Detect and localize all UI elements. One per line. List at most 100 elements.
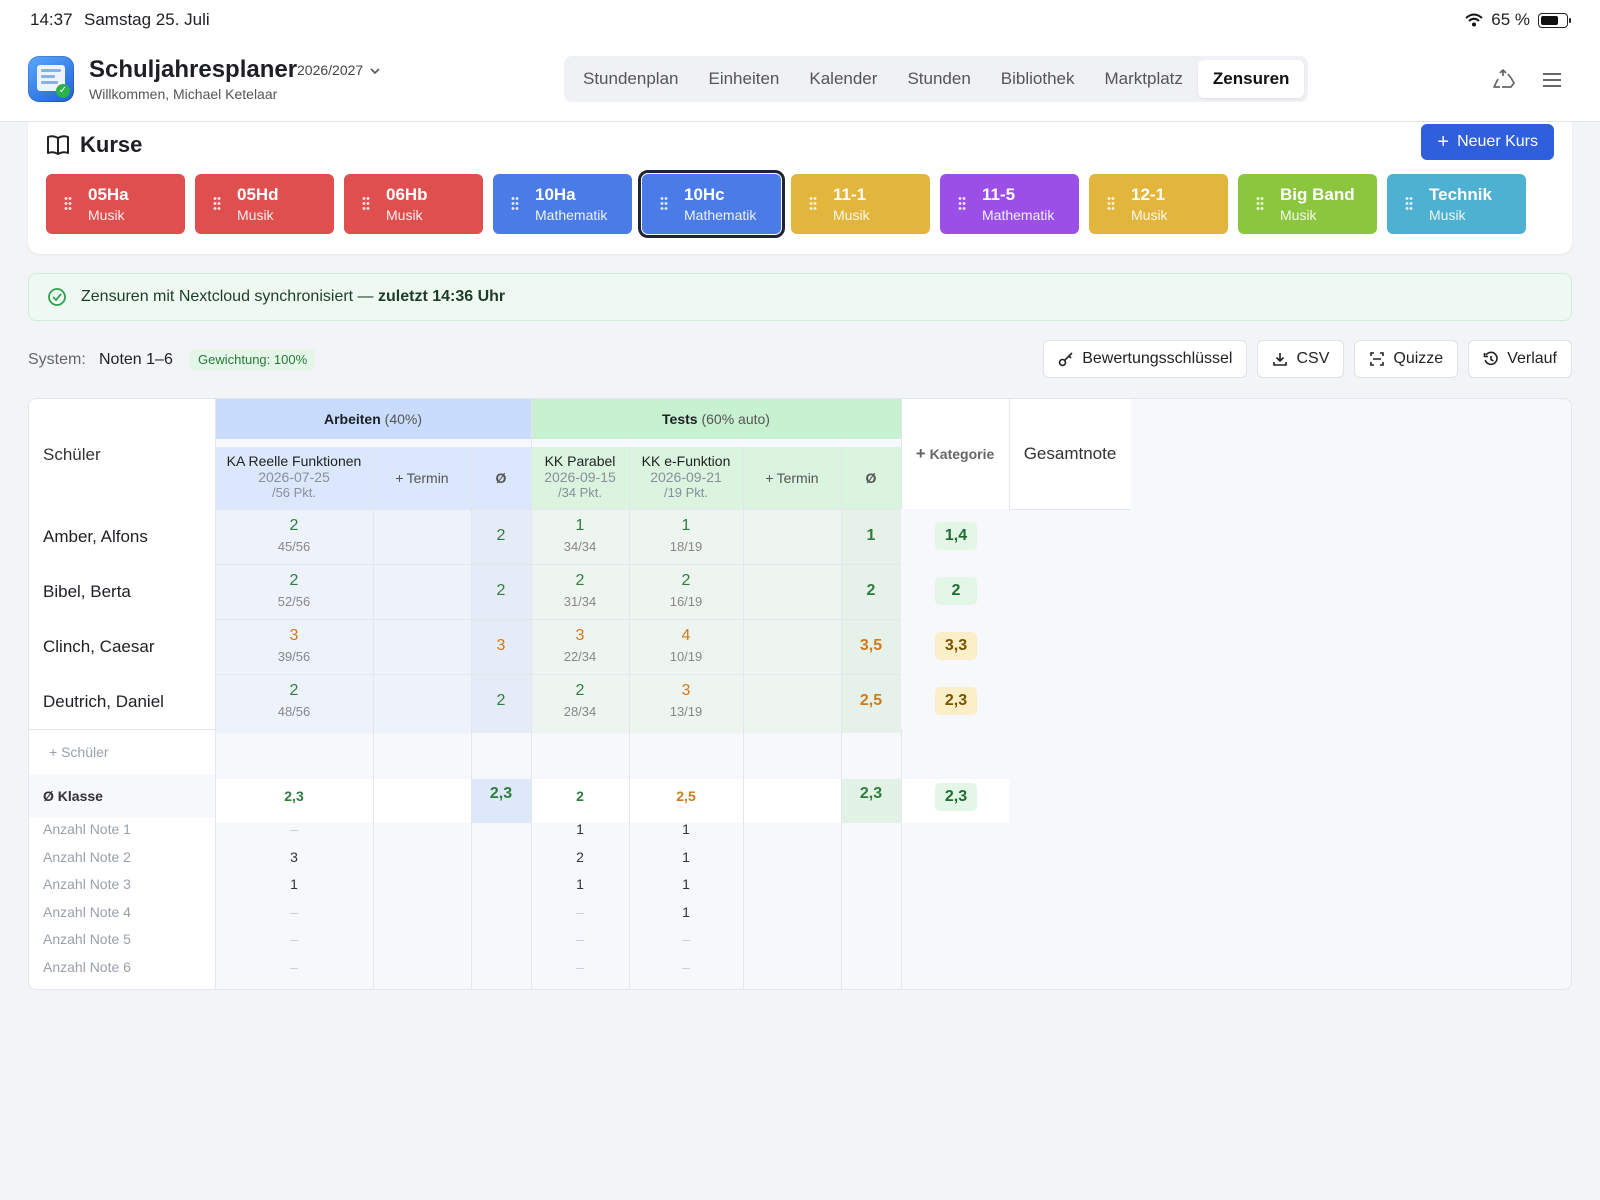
drag-handle-icon[interactable]: [511, 196, 519, 212]
course-chip-05ha[interactable]: 05Ha Musik: [46, 174, 185, 234]
grade-cell-kk-efunktion[interactable]: 2 16/19: [629, 564, 743, 619]
menu-icon[interactable]: [1540, 68, 1564, 92]
drag-handle-icon[interactable]: [64, 196, 72, 212]
course-chip-technik[interactable]: Technik Musik: [1387, 174, 1526, 234]
course-name: 06Hb: [386, 185, 428, 204]
history-label: Verlauf: [1507, 350, 1557, 367]
tab-bibliothek[interactable]: Bibliothek: [986, 60, 1090, 98]
arbeiten-avg-value: 2: [496, 527, 506, 544]
empty-termin-cell[interactable]: [743, 509, 841, 564]
student-name-cell[interactable]: Clinch, Caesar: [29, 619, 215, 674]
col-header-ka[interactable]: KA Reelle Funktionen 2026-07-25 /56 Pkt.: [215, 447, 373, 509]
grade-cell-kk-efunktion[interactable]: 1 18/19: [629, 509, 743, 564]
course-chip-10hc[interactable]: 10Hc Mathematik: [638, 170, 785, 238]
drag-handle-icon[interactable]: [809, 196, 817, 212]
battery-icon: [1538, 12, 1571, 28]
grade-count-kk1: 2: [576, 848, 584, 865]
history-button[interactable]: Verlauf: [1468, 340, 1572, 378]
empty-termin-cell[interactable]: [373, 509, 471, 564]
add-category-button[interactable]: + Kategorie: [901, 399, 1009, 509]
plus-icon: +: [1437, 131, 1450, 153]
student-name-cell[interactable]: Bibel, Berta: [29, 564, 215, 619]
grading-key-button[interactable]: Bewertungsschlüssel: [1043, 340, 1248, 378]
grade-cell-kk-efunktion[interactable]: 4 10/19: [629, 619, 743, 674]
col-header-kk-efunktion[interactable]: KK e-Funktion 2026-09-21 /19 Pkt.: [629, 447, 743, 509]
empty-termin-cell[interactable]: [743, 619, 841, 674]
grade-cell-kk-parabel[interactable]: 1 34/34: [531, 509, 629, 564]
grade-value: 2: [575, 682, 585, 699]
grade-count-label: Anzahl Note 3: [43, 876, 131, 892]
student-name-cell[interactable]: Amber, Alfons: [29, 509, 215, 564]
year-selector[interactable]: 2026/2027: [297, 62, 380, 78]
grade-count-kk2: 1: [682, 848, 690, 865]
weight-badge: Gewichtung: 100%: [190, 349, 316, 370]
arbeiten-header-label[interactable]: Arbeiten (40%): [215, 399, 531, 439]
drag-handle-icon[interactable]: [213, 196, 221, 212]
class-avg-total: 2,3: [935, 783, 977, 811]
grade-cell-ka[interactable]: 2 48/56: [215, 674, 373, 729]
col-date: 2026-09-15: [544, 469, 616, 485]
grade-cell-ka[interactable]: 3 39/56: [215, 619, 373, 674]
grade-cell-ka[interactable]: 2 45/56: [215, 509, 373, 564]
course-chip-12-1[interactable]: 12-1 Musik: [1089, 174, 1228, 234]
col-title: KA Reelle Funktionen: [226, 453, 362, 469]
grading-key-label: Bewertungsschlüssel: [1082, 350, 1233, 367]
col-header-kk-parabel[interactable]: KK Parabel 2026-09-15 /34 Pkt.: [531, 447, 629, 509]
quizze-button[interactable]: Quizze: [1354, 340, 1459, 378]
download-icon: [1273, 353, 1288, 366]
course-chip-05hd[interactable]: 05Hd Musik: [195, 174, 334, 234]
scan-icon: [1370, 352, 1385, 366]
tab-stunden[interactable]: Stunden: [892, 60, 985, 98]
grade-count-kk1: –: [576, 903, 584, 920]
grade-count-kk2: 1: [682, 903, 690, 920]
empty-termin-cell[interactable]: [373, 619, 471, 674]
tests-header-label[interactable]: Tests (60% auto): [531, 399, 901, 439]
status-time: 14:37: [30, 10, 73, 29]
csv-button[interactable]: CSV: [1257, 340, 1345, 378]
tab-stundenplan[interactable]: Stundenplan: [568, 60, 693, 98]
course-chip-10ha[interactable]: 10Ha Mathematik: [493, 174, 632, 234]
course-name: 05Hd: [237, 185, 279, 204]
course-subject: Mathematik: [982, 207, 1055, 223]
grade-cell-ka[interactable]: 2 52/56: [215, 564, 373, 619]
new-course-button[interactable]: + Neuer Kurs: [1421, 124, 1554, 160]
tests-avg-value: 1: [866, 527, 876, 544]
tab-einheiten[interactable]: Einheiten: [693, 60, 794, 98]
course-name: 11-1: [833, 185, 867, 204]
student-name: Bibel, Berta: [43, 582, 131, 601]
grade-value: 2: [681, 572, 691, 589]
add-termin-arbeiten-button[interactable]: + Termin: [373, 447, 471, 509]
book-icon: [47, 135, 69, 155]
course-chip-big-band[interactable]: Big Band Musik: [1238, 174, 1377, 234]
drag-handle-icon[interactable]: [958, 196, 966, 212]
tab-zensuren[interactable]: Zensuren: [1197, 60, 1305, 98]
course-chip-06hb[interactable]: 06Hb Musik: [344, 174, 483, 234]
grade-cell-kk-efunktion[interactable]: 3 13/19: [629, 674, 743, 729]
class-avg-tests: 2,3: [859, 785, 883, 802]
empty-termin-cell[interactable]: [373, 564, 471, 619]
sync-recycle-icon[interactable]: [1492, 68, 1516, 92]
drag-handle-icon[interactable]: [1107, 196, 1115, 212]
student-name-cell[interactable]: Deutrich, Daniel: [29, 674, 215, 729]
empty-termin-cell[interactable]: [743, 564, 841, 619]
total-grade-badge: 2,3: [935, 687, 977, 715]
total-cell: 2: [901, 564, 1009, 619]
tab-marktplatz[interactable]: Marktplatz: [1090, 60, 1198, 98]
grade-cell-kk-parabel[interactable]: 2 28/34: [531, 674, 629, 729]
drag-handle-icon[interactable]: [362, 196, 370, 212]
empty-termin-cell[interactable]: [373, 674, 471, 729]
drag-handle-icon[interactable]: [660, 196, 668, 212]
grade-count-kk1: 1: [576, 821, 584, 837]
status-right: 65 %: [1465, 10, 1571, 30]
drag-handle-icon[interactable]: [1405, 196, 1413, 212]
course-chip-11-1[interactable]: 11-1 Musik: [791, 174, 930, 234]
toolbar: Bewertungsschlüssel CSV Quizze Verlauf: [1043, 340, 1572, 378]
add-student-row[interactable]: + Schüler: [29, 730, 215, 774]
grade-cell-kk-parabel[interactable]: 2 31/34: [531, 564, 629, 619]
empty-termin-cell[interactable]: [743, 674, 841, 729]
course-chip-11-5[interactable]: 11-5 Mathematik: [940, 174, 1079, 234]
tab-kalender[interactable]: Kalender: [794, 60, 892, 98]
grade-cell-kk-parabel[interactable]: 3 22/34: [531, 619, 629, 674]
add-termin-tests-button[interactable]: + Termin: [743, 447, 841, 509]
drag-handle-icon[interactable]: [1256, 196, 1264, 212]
